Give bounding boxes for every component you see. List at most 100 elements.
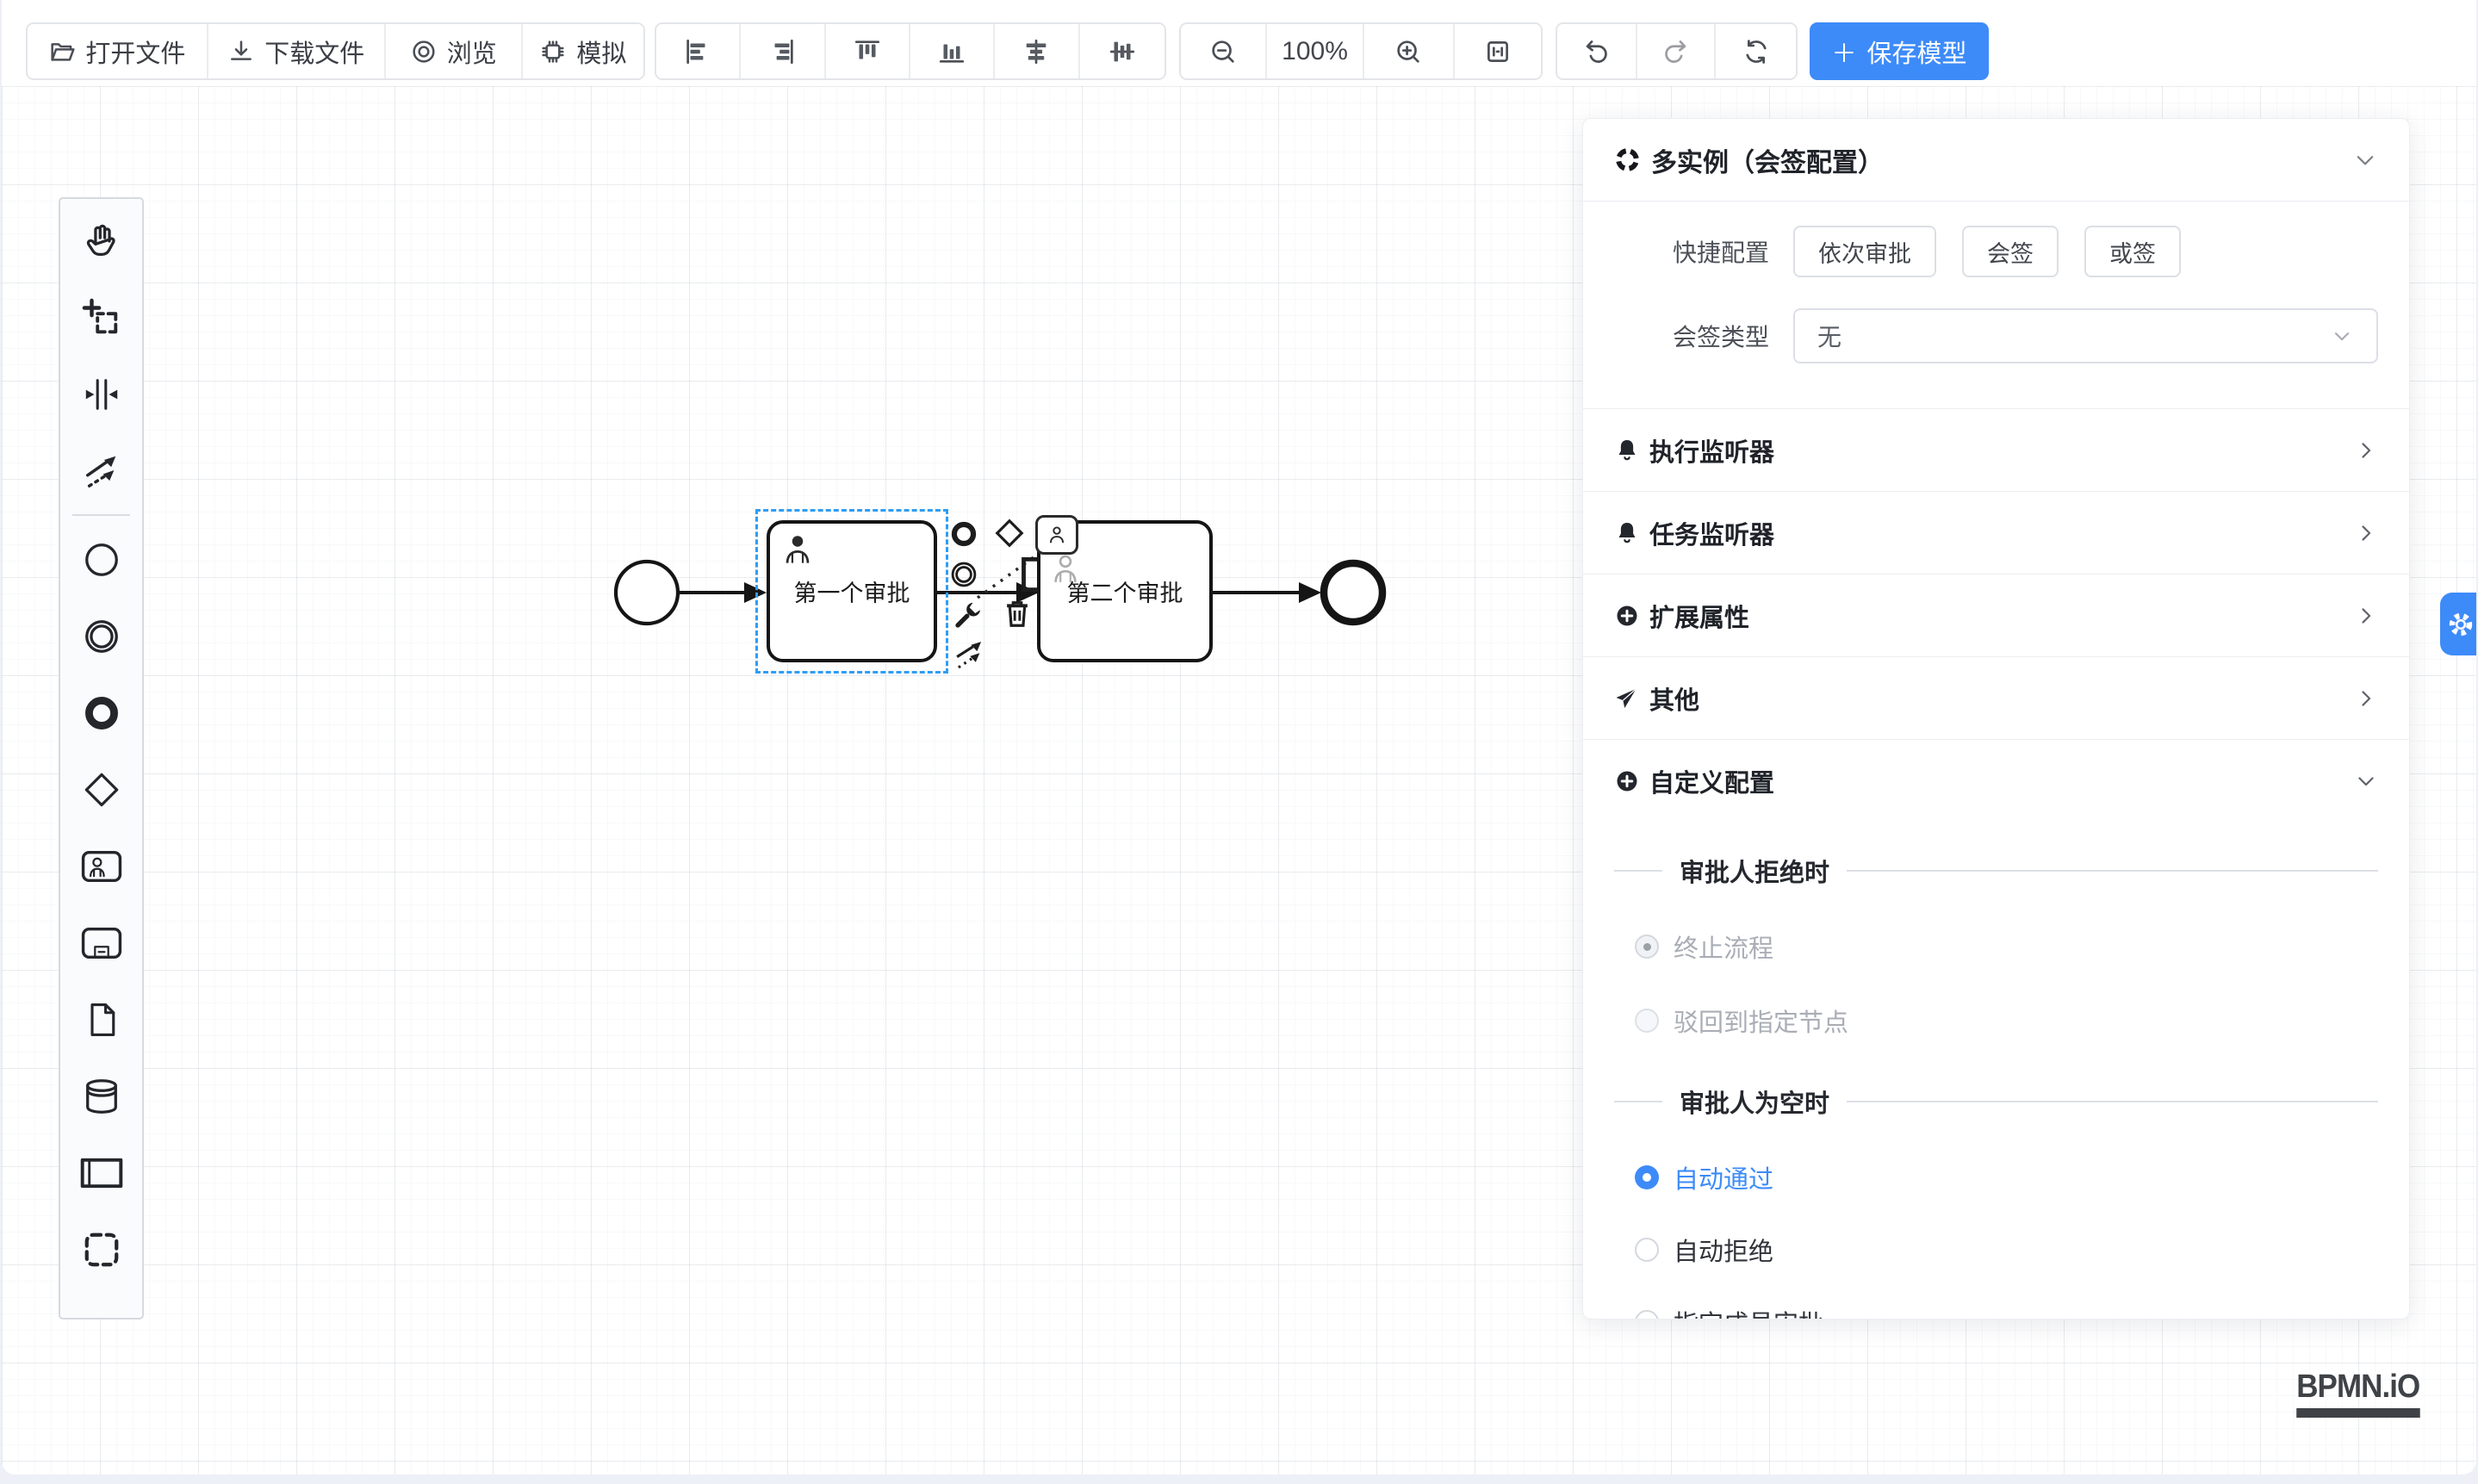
- plus-circle-icon: [1614, 603, 1640, 629]
- user-task-1[interactable]: 第一个审批: [767, 520, 937, 662]
- gateway-icon: [993, 517, 1026, 550]
- open-file-button[interactable]: 打开文件: [28, 24, 208, 78]
- redo-icon: [1661, 37, 1691, 66]
- radio-label: 指定成员审批: [1674, 1304, 1823, 1319]
- simulate-button[interactable]: 模拟: [523, 24, 643, 78]
- space-tool[interactable]: [60, 356, 142, 432]
- section-label: 执行监听器: [1649, 432, 1774, 469]
- lasso-tool[interactable]: [60, 279, 142, 356]
- section-other[interactable]: 其他: [1583, 657, 2409, 740]
- section-execution-listener[interactable]: 执行监听器: [1583, 409, 2409, 492]
- download-file-button[interactable]: 下载文件: [208, 24, 386, 78]
- zoom-in-button[interactable]: [1364, 24, 1455, 78]
- section-label: 自定义配置: [1649, 763, 1774, 799]
- create-intermediate-event[interactable]: [60, 598, 142, 674]
- align-left-button[interactable]: [656, 24, 741, 78]
- connect-tool[interactable]: [60, 432, 142, 509]
- radio-selected-icon[interactable]: [1635, 1165, 1659, 1189]
- chevron-right-icon: [2354, 686, 2378, 711]
- zoom-out-button[interactable]: [1181, 24, 1267, 78]
- append-gateway-button[interactable]: [992, 516, 1027, 550]
- empty-approver-divider: 审批人为空时: [1614, 1084, 2378, 1120]
- zoom-out-icon: [1208, 37, 1238, 66]
- create-data-store[interactable]: [60, 1058, 142, 1134]
- sign-type-row: 会签类型 无: [1614, 308, 2378, 363]
- preview-button[interactable]: 浏览: [386, 24, 523, 78]
- undo-button[interactable]: [1557, 24, 1637, 78]
- connect-button[interactable]: [951, 636, 989, 674]
- hand-tool[interactable]: [60, 202, 142, 279]
- section-custom-config[interactable]: 自定义配置: [1583, 740, 2409, 822]
- user-icon: [1046, 524, 1068, 546]
- open-file-label: 打开文件: [85, 34, 185, 70]
- palette-separator: [72, 514, 130, 516]
- radio-label: 终止流程: [1674, 928, 1773, 965]
- append-end-event-button[interactable]: [947, 518, 980, 550]
- sign-type-select[interactable]: 无: [1793, 308, 2378, 363]
- align-center-horizontal-button[interactable]: [995, 24, 1079, 78]
- create-end-event[interactable]: [60, 674, 142, 751]
- section-extension-properties[interactable]: 扩展属性: [1583, 574, 2409, 657]
- user-task-2-label: 第二个审批: [1067, 574, 1183, 608]
- align-right-button[interactable]: [741, 24, 825, 78]
- panel-header-multi-instance[interactable]: 多实例（会签配置）: [1583, 119, 2409, 202]
- create-data-object[interactable]: [60, 981, 142, 1058]
- create-start-event[interactable]: [60, 521, 142, 598]
- append-intermediate-event-button[interactable]: [947, 558, 980, 591]
- radio-auto-reject[interactable]: 自动拒绝: [1635, 1232, 2378, 1268]
- history-button-group: [1556, 22, 1798, 80]
- delete-button[interactable]: [999, 594, 1035, 632]
- connect-icon: [952, 636, 988, 673]
- quick-option-countersign-button[interactable]: 会签: [1962, 226, 2059, 277]
- redo-button[interactable]: [1637, 24, 1717, 78]
- intermediate-event-icon: [82, 617, 121, 656]
- create-participant[interactable]: [60, 1134, 142, 1211]
- align-bottom-button[interactable]: [910, 24, 995, 78]
- radio-label: 自动拒绝: [1674, 1232, 1773, 1268]
- radio-return-to-node: 驳回到指定节点: [1635, 1003, 2378, 1039]
- plus-icon: ＋: [1831, 34, 1856, 70]
- fit-viewport-button[interactable]: [1455, 24, 1541, 78]
- bell-icon: [1614, 520, 1640, 546]
- file-button-group: 打开文件 下载文件 浏览 模拟: [26, 22, 645, 80]
- quick-option-orsign-button[interactable]: 或签: [2084, 226, 2181, 277]
- save-model-button[interactable]: ＋ 保存模型: [1810, 22, 1989, 80]
- chevron-right-icon: [2354, 521, 2378, 545]
- properties-panel: 多实例（会签配置） 快捷配置 依次审批 会签 或签 会签类型 无 执行监听器: [1582, 118, 2410, 1319]
- sign-type-value: 无: [1817, 319, 1841, 353]
- create-user-task[interactable]: [60, 828, 142, 904]
- create-subprocess[interactable]: [60, 904, 142, 981]
- end-event-icon: [949, 519, 978, 549]
- text-annotation-icon: [1018, 556, 1040, 593]
- settings-drawer-handle[interactable]: [2440, 593, 2476, 655]
- append-text-annotation-button[interactable]: [1016, 556, 1042, 593]
- change-type-button[interactable]: [951, 596, 987, 632]
- section-label: 任务监听器: [1649, 515, 1774, 551]
- start-event-icon: [82, 540, 121, 580]
- align-top-icon: [853, 37, 882, 66]
- preview-label: 浏览: [447, 34, 497, 70]
- chevron-down-icon: [2354, 769, 2378, 793]
- radio-auto-pass[interactable]: 自动通过: [1635, 1159, 2378, 1195]
- radio-unselected-icon[interactable]: [1635, 1238, 1659, 1262]
- refresh-button[interactable]: [1716, 24, 1796, 78]
- radio-terminate-process: 终止流程: [1635, 928, 2378, 965]
- bpmn-io-logo[interactable]: BPMN.iO: [2297, 1369, 2420, 1418]
- hand-icon: [82, 221, 121, 261]
- radio-assign-member[interactable]: 指定成员审批: [1635, 1304, 2378, 1319]
- quick-option-sequential-button[interactable]: 依次审批: [1793, 226, 1936, 277]
- radio-label: 自动通过: [1674, 1159, 1773, 1195]
- panel-sections: 执行监听器 任务监听器 扩展属性: [1583, 408, 2409, 822]
- create-group[interactable]: [60, 1211, 142, 1288]
- align-top-button[interactable]: [826, 24, 910, 78]
- append-user-task-badge[interactable]: [1035, 515, 1078, 555]
- section-task-listener[interactable]: 任务监听器: [1583, 492, 2409, 574]
- create-gateway[interactable]: [60, 751, 142, 828]
- space-tool-icon: [82, 375, 121, 414]
- lasso-icon: [82, 298, 121, 338]
- folder-open-icon: [48, 38, 76, 65]
- align-center-vertical-button[interactable]: [1080, 24, 1164, 78]
- radio-label: 驳回到指定节点: [1674, 1003, 1848, 1039]
- radio-unselected-icon[interactable]: [1635, 1310, 1659, 1319]
- download-icon: [227, 38, 255, 65]
